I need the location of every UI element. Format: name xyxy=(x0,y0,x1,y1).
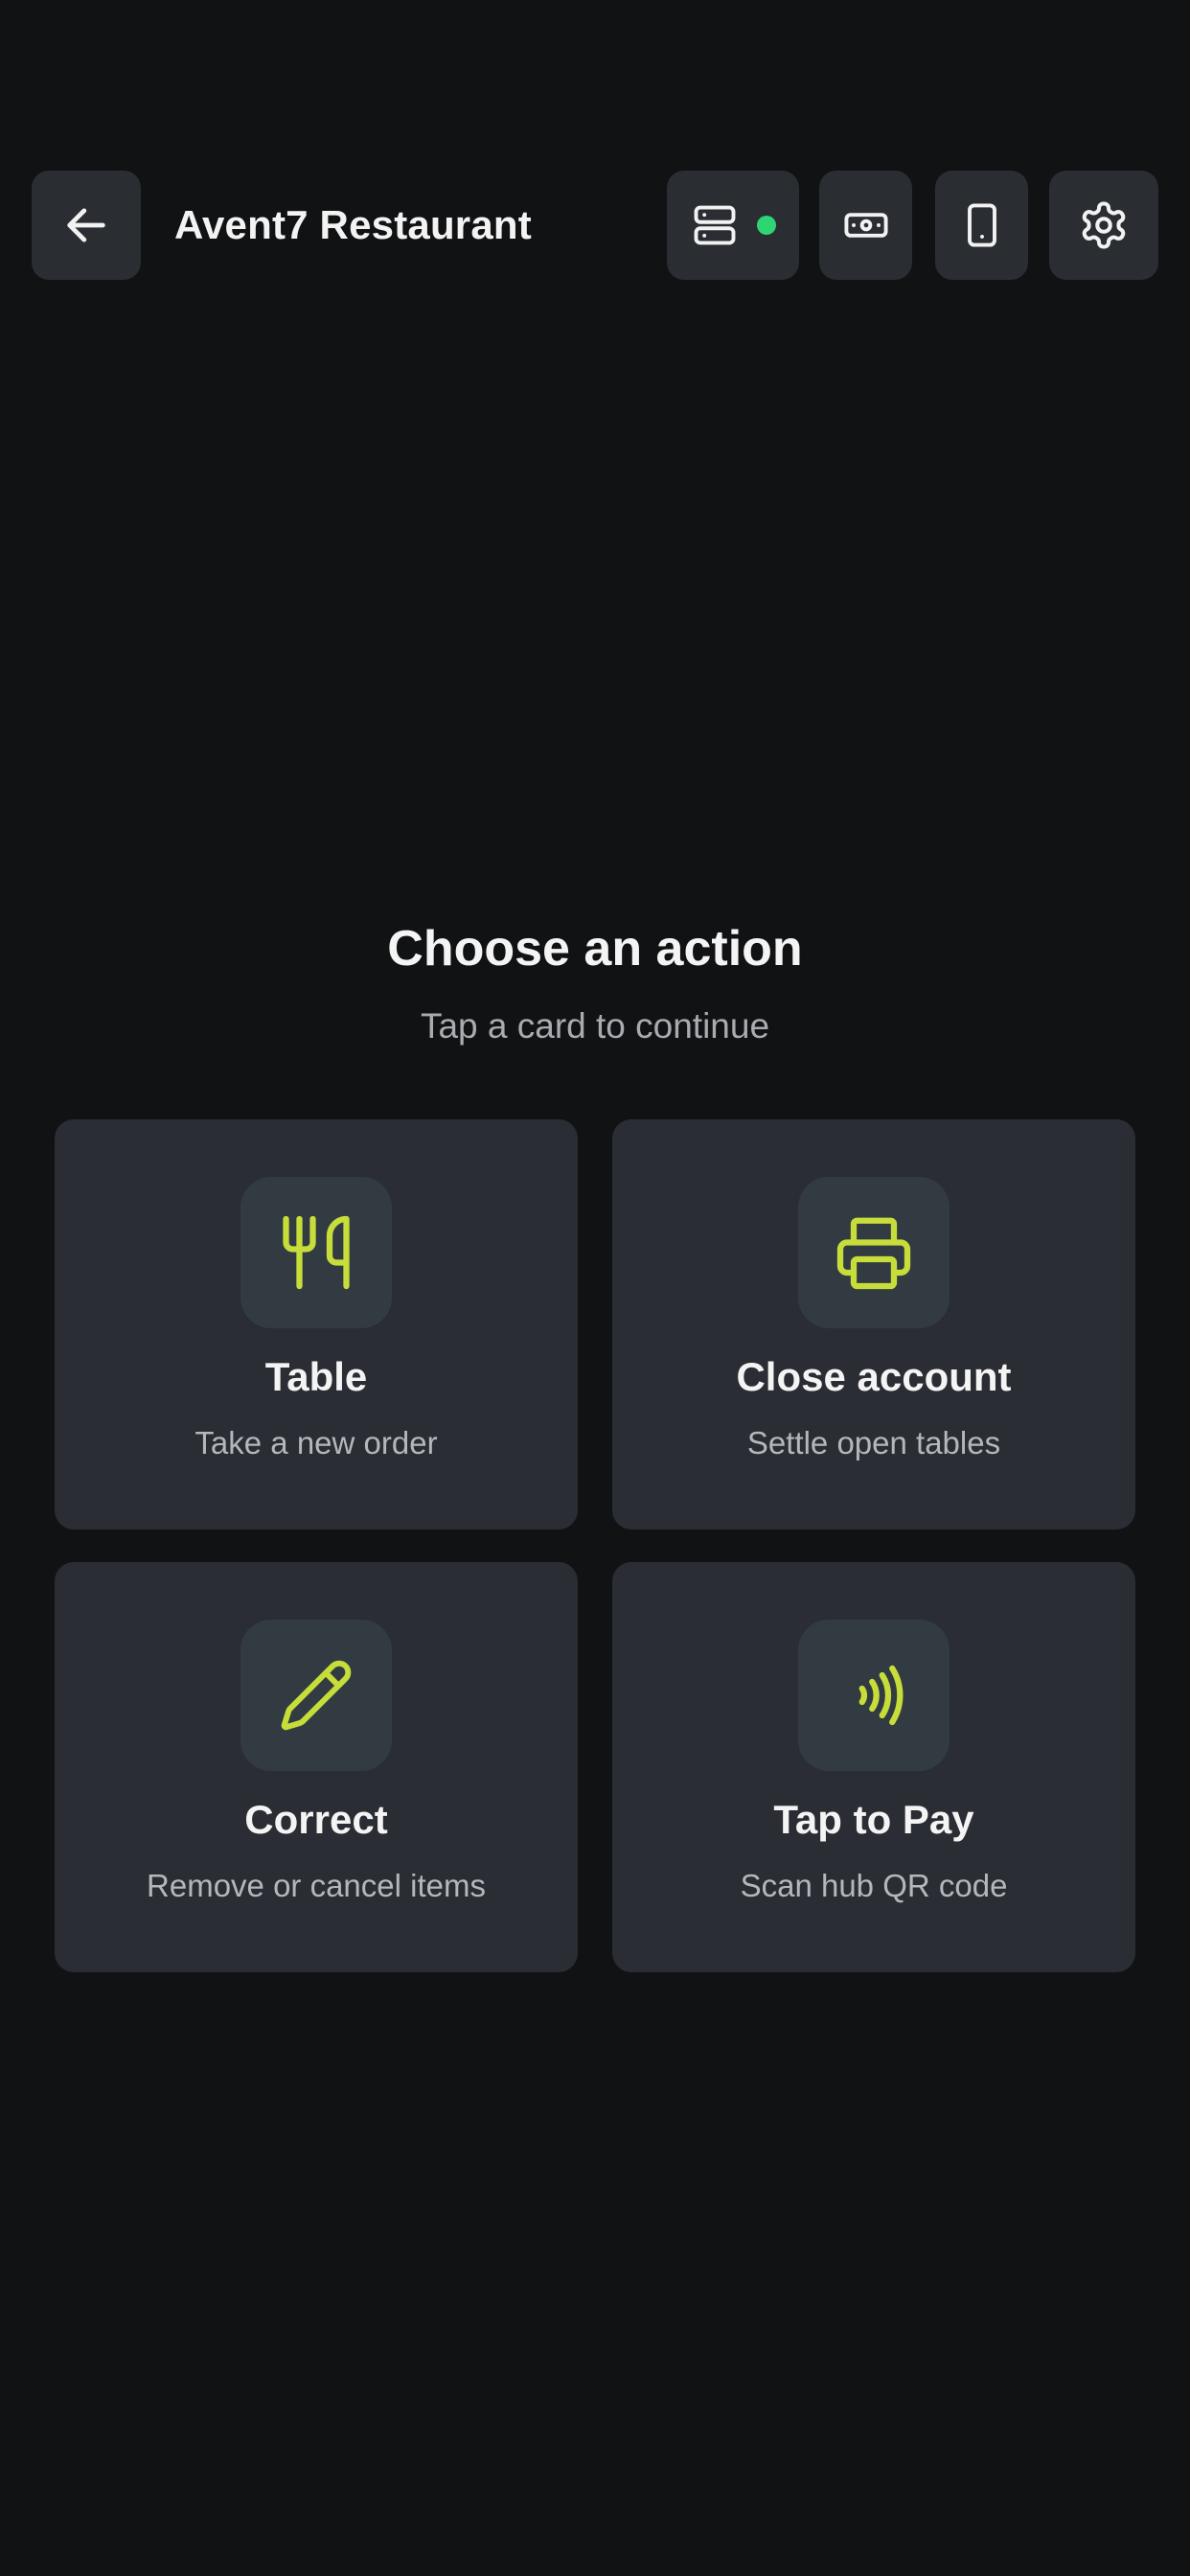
cash-icon xyxy=(843,213,888,238)
smartphone-icon xyxy=(967,203,996,247)
server-icon xyxy=(694,205,736,245)
action-card-tap-to-pay[interactable]: Tap to Pay Scan hub QR code xyxy=(612,1562,1135,1972)
back-button[interactable] xyxy=(32,171,141,280)
card-icon-tile xyxy=(240,1177,392,1328)
card-title: Tap to Pay xyxy=(773,1797,974,1842)
page-subheading: Tap a card to continue xyxy=(420,1006,770,1046)
action-card-table[interactable]: Table Take a new order xyxy=(55,1119,578,1530)
top-bar: Avent7 Restaurant xyxy=(0,171,1190,280)
action-card-correct[interactable]: Correct Remove or cancel items xyxy=(55,1562,578,1972)
card-title: Close account xyxy=(736,1354,1012,1399)
arrow-left-icon xyxy=(67,208,105,242)
cash-drawer-button[interactable] xyxy=(819,171,912,280)
card-subtitle: Take a new order xyxy=(195,1425,438,1460)
card-title: Table xyxy=(264,1354,368,1399)
server-status-button[interactable] xyxy=(667,171,799,280)
card-subtitle: Scan hub QR code xyxy=(740,1868,1008,1903)
card-subtitle: Remove or cancel items xyxy=(147,1868,486,1903)
fork-knife-icon xyxy=(283,1215,350,1290)
device-button[interactable] xyxy=(935,171,1028,280)
card-icon-tile xyxy=(798,1177,950,1328)
pencil-icon xyxy=(281,1660,352,1731)
contactless-icon xyxy=(858,1665,904,1726)
printer-icon xyxy=(836,1217,911,1290)
gear-icon xyxy=(1082,201,1126,249)
settings-button[interactable] xyxy=(1049,171,1158,280)
card-icon-tile xyxy=(240,1620,392,1771)
action-card-close-account[interactable]: Close account Settle open tables xyxy=(612,1119,1135,1530)
card-subtitle: Settle open tables xyxy=(746,1425,1001,1460)
server-status-dot xyxy=(757,216,776,235)
restaurant-title: Avent7 Restaurant xyxy=(174,202,532,247)
card-title: Correct xyxy=(244,1797,388,1842)
card-icon-tile xyxy=(798,1620,950,1771)
page-heading: Choose an action xyxy=(387,921,803,977)
